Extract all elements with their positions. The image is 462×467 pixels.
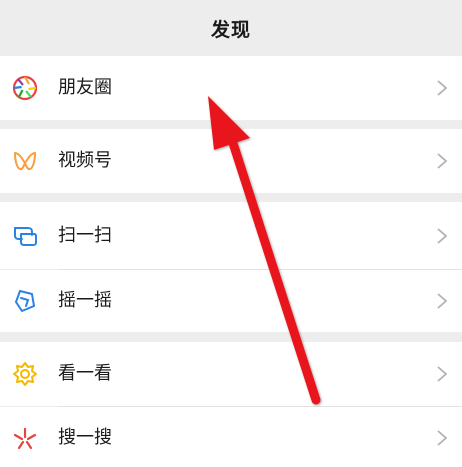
menu-item-label: 视频号: [58, 150, 112, 171]
search-sparkle-icon: [12, 426, 38, 452]
chevron-right-icon: [436, 152, 448, 170]
chevron-right-icon: [436, 227, 448, 245]
chevron-right-icon: [436, 429, 448, 447]
menu-item-search[interactable]: 搜一搜: [0, 407, 462, 467]
chevron-right-icon: [436, 365, 448, 383]
menu-item-shake[interactable]: 摇一摇: [0, 270, 462, 332]
menu-item-label: 扫一扫: [58, 225, 112, 246]
menu-item-channels[interactable]: 视频号: [0, 129, 462, 193]
menu-item-top-stories[interactable]: 看一看: [0, 342, 462, 406]
shake-icon: [12, 288, 38, 314]
scan-icon: [12, 223, 38, 249]
top-bar: 发现: [0, 0, 462, 56]
menu-item-label: 摇一摇: [58, 290, 112, 311]
page-title: 发现: [210, 18, 251, 41]
top-stories-icon: [12, 361, 38, 387]
menu-item-moments[interactable]: 朋友圈: [0, 56, 462, 120]
menu-item-label: 搜一搜: [58, 427, 112, 448]
channels-butterfly-icon: [12, 148, 38, 174]
menu-item-label: 看一看: [58, 363, 112, 384]
menu-item-label: 朋友圈: [58, 77, 112, 98]
discover-screen: 发现 朋友圈 视频号 扫一扫 摇一摇 看一看 搜一搜: [0, 0, 462, 467]
moments-aperture-icon: [12, 75, 38, 101]
chevron-right-icon: [436, 292, 448, 310]
menu-item-scan[interactable]: 扫一扫: [0, 202, 462, 269]
chevron-right-icon: [436, 79, 448, 97]
